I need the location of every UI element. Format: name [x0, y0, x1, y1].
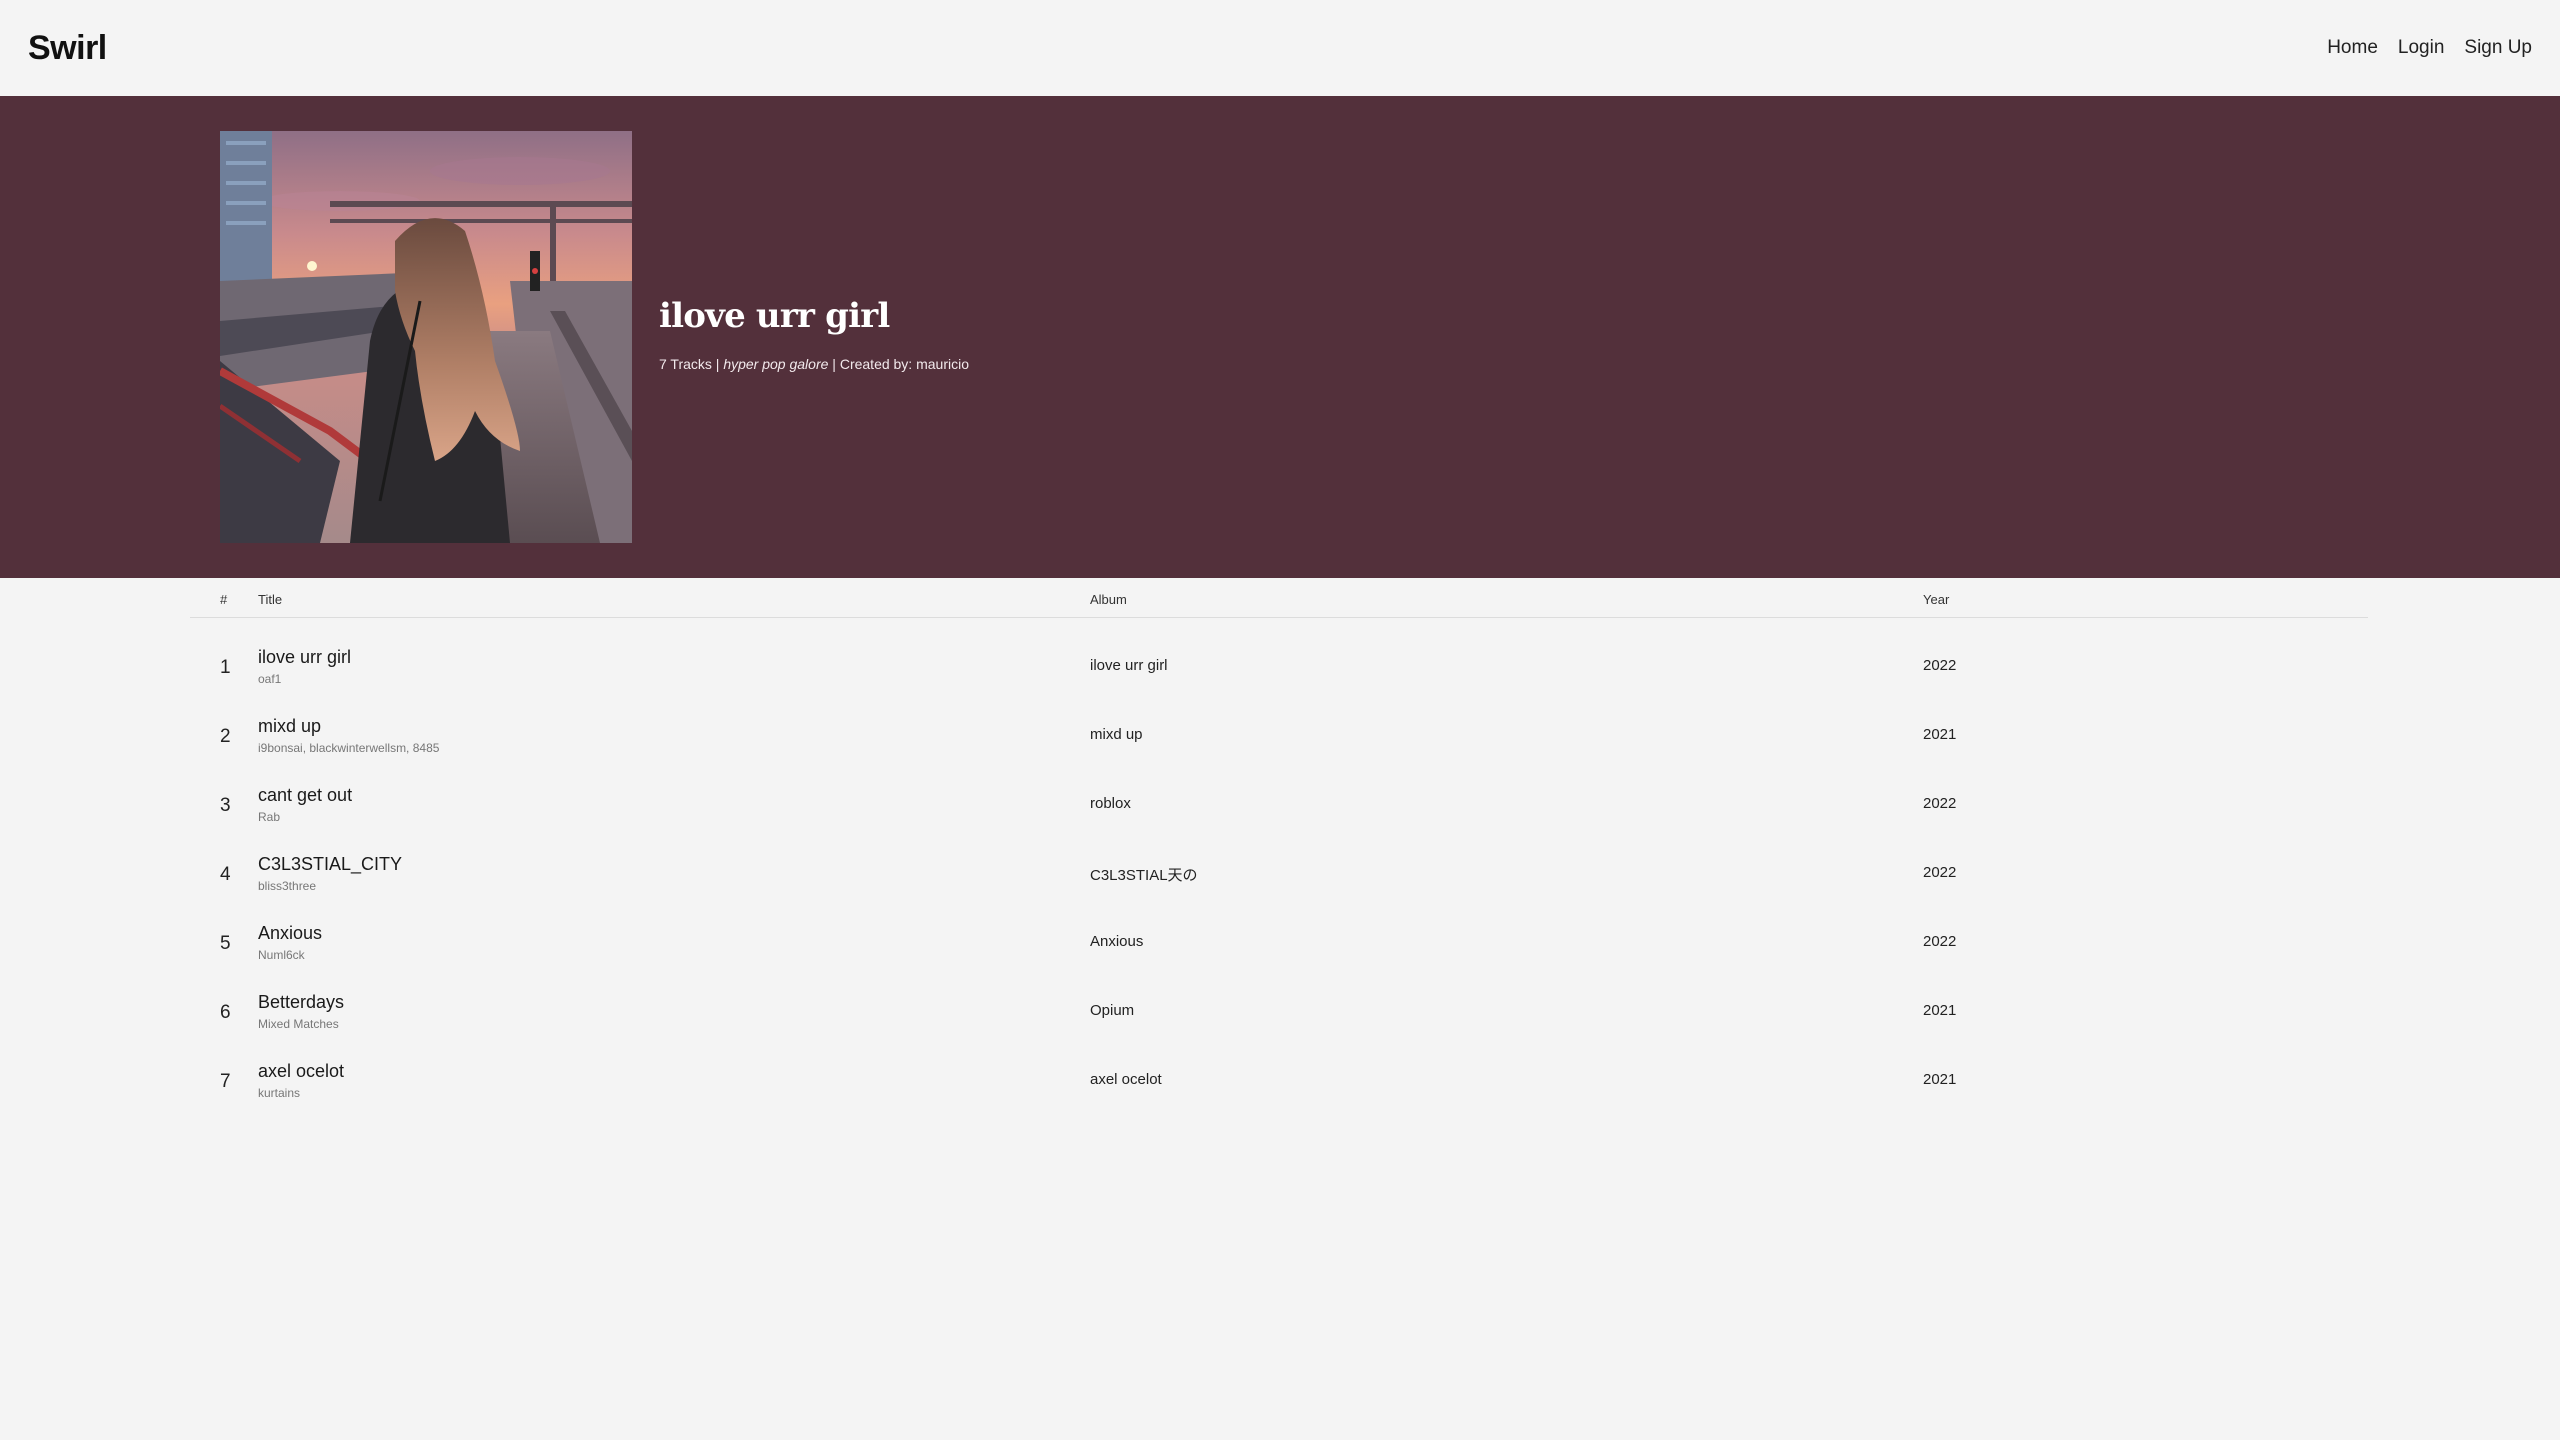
track-year: 2022 [1923, 864, 1957, 881]
track-artist[interactable]: kurtains [258, 1086, 344, 1100]
track-number: 2 [220, 726, 231, 747]
track-artist[interactable]: Rab [258, 810, 352, 824]
playlist-info: ilove urr girl 7 Tracks | hyper pop galo… [659, 296, 1559, 372]
meta-separator: | [828, 356, 840, 372]
track-title-cell: Anxious Numl6ck [258, 923, 322, 962]
main-nav: Home Login Sign Up [2327, 37, 2532, 59]
track-artist[interactable]: Numl6ck [258, 948, 322, 962]
header-title: Title [258, 592, 283, 607]
playlist-title: ilove urr girl [659, 296, 890, 336]
brand-logo[interactable]: Swirl [28, 29, 107, 68]
track-title[interactable]: mixd up [258, 716, 439, 737]
created-by-label: Created by: [839, 356, 917, 372]
track-title[interactable]: Betterdays [258, 992, 344, 1013]
nav-signup-link[interactable]: Sign Up [2464, 37, 2532, 59]
track-title-cell: ilove urr girl oaf1 [258, 647, 351, 686]
track-row[interactable]: 4 C3L3STIAL_CITY bliss3three C3L3STIAL天の… [190, 837, 2368, 906]
nav-login-link[interactable]: Login [2398, 37, 2445, 59]
track-title[interactable]: ilove urr girl [258, 647, 351, 668]
header-number: # [220, 592, 228, 607]
track-album[interactable]: ilove urr girl [1090, 657, 1168, 674]
track-title-cell: axel ocelot kurtains [258, 1061, 344, 1100]
track-number: 3 [220, 795, 231, 816]
track-year: 2022 [1923, 657, 1957, 674]
track-row[interactable]: 6 Betterdays Mixed Matches Opium 2021 [190, 975, 2368, 1044]
track-title[interactable]: Anxious [258, 923, 322, 944]
track-album[interactable]: C3L3STIAL天の [1090, 864, 1198, 885]
track-number: 6 [220, 1002, 231, 1023]
track-row[interactable]: 5 Anxious Numl6ck Anxious 2022 [190, 906, 2368, 975]
track-row[interactable]: 2 mixd up i9bonsai, blackwinterwellsm, 8… [190, 699, 2368, 768]
nav-home-link[interactable]: Home [2327, 37, 2378, 59]
track-row[interactable]: 1 ilove urr girl oaf1 ilove urr girl 202… [190, 630, 2368, 699]
playlist-meta: 7 Tracks | hyper pop galore | Created by… [659, 356, 1559, 372]
track-album[interactable]: Opium [1090, 1002, 1134, 1019]
track-year: 2021 [1923, 1071, 1957, 1088]
playlist-hero: ilove urr girl 7 Tracks | hyper pop galo… [0, 96, 2560, 578]
track-number: 1 [220, 657, 231, 678]
track-title[interactable]: C3L3STIAL_CITY [258, 854, 402, 875]
track-album[interactable]: roblox [1090, 795, 1131, 812]
track-row[interactable]: 3 cant get out Rab roblox 2022 [190, 768, 2368, 837]
track-year: 2021 [1923, 1002, 1957, 1019]
creator-link[interactable]: mauricio [916, 356, 969, 372]
track-title[interactable]: cant get out [258, 785, 352, 806]
track-list: 1 ilove urr girl oaf1 ilove urr girl 202… [190, 618, 2368, 1113]
track-title[interactable]: axel ocelot [258, 1061, 344, 1082]
track-title-cell: cant get out Rab [258, 785, 352, 824]
track-artist[interactable]: oaf1 [258, 672, 351, 686]
top-navbar: Swirl Home Login Sign Up [0, 0, 2560, 96]
track-artist[interactable]: Mixed Matches [258, 1017, 344, 1031]
header-album: Album [1090, 592, 1127, 607]
track-year: 2022 [1923, 933, 1957, 950]
track-table-header: # Title Album Year [190, 578, 2368, 618]
track-title-cell: Betterdays Mixed Matches [258, 992, 344, 1031]
track-year: 2022 [1923, 795, 1957, 812]
track-artist[interactable]: i9bonsai, blackwinterwellsm, 8485 [258, 741, 439, 755]
track-album[interactable]: axel ocelot [1090, 1071, 1162, 1088]
playlist-genre: hyper pop galore [723, 356, 829, 372]
track-artist[interactable]: bliss3three [258, 879, 402, 893]
track-title-cell: mixd up i9bonsai, blackwinterwellsm, 848… [258, 716, 439, 755]
track-count: 7 Tracks [659, 356, 712, 372]
track-album[interactable]: mixd up [1090, 726, 1143, 743]
track-number: 5 [220, 933, 231, 954]
track-year: 2021 [1923, 726, 1957, 743]
track-number: 4 [220, 864, 231, 885]
track-title-cell: C3L3STIAL_CITY bliss3three [258, 854, 402, 893]
header-year: Year [1923, 592, 1950, 607]
track-table: # Title Album Year 1 ilove urr girl oaf1… [190, 578, 2368, 1113]
track-album[interactable]: Anxious [1090, 933, 1143, 950]
playlist-cover-image [220, 131, 632, 543]
track-row[interactable]: 7 axel ocelot kurtains axel ocelot 2021 [190, 1044, 2368, 1113]
meta-separator: | [711, 356, 724, 372]
track-number: 7 [220, 1071, 231, 1092]
